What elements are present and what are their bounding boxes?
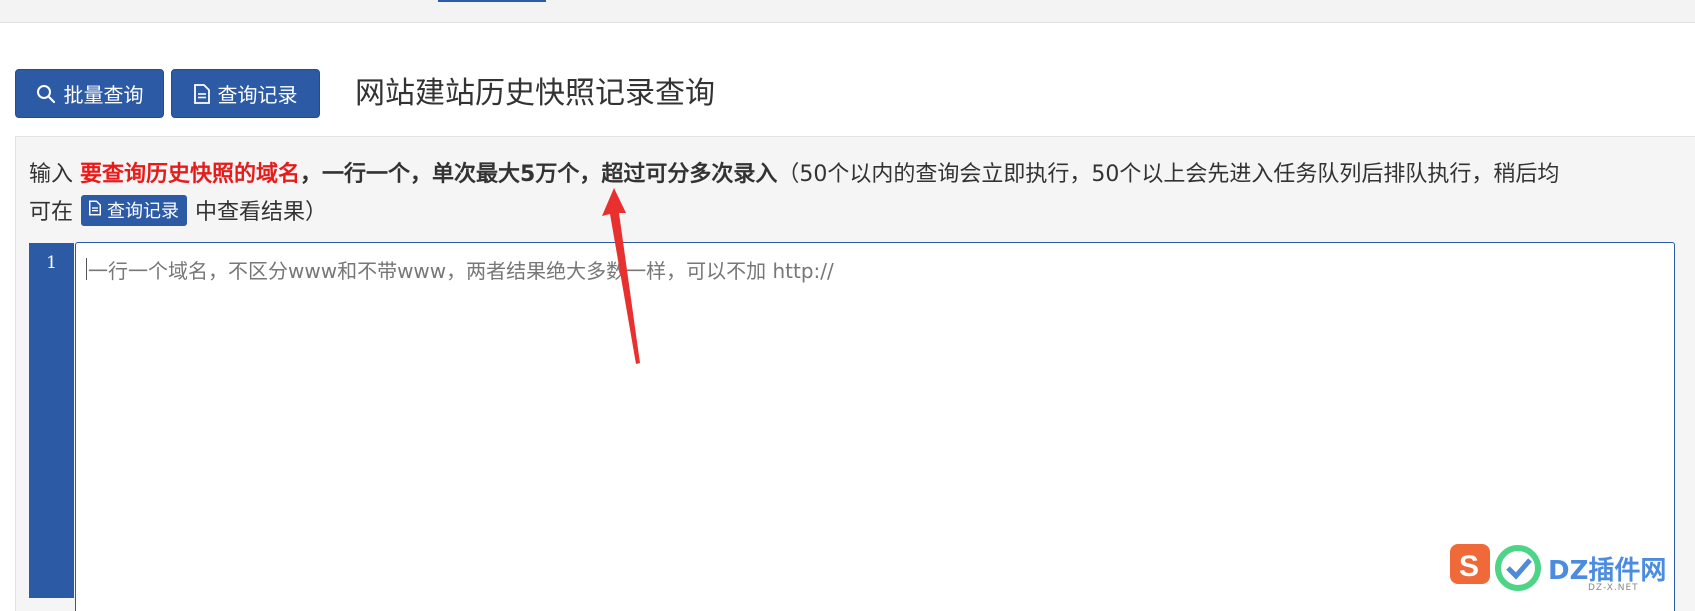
instruction-prefix: 输入 bbox=[29, 162, 80, 187]
svg-text:S: S bbox=[1459, 550, 1479, 583]
instruction-line2-suffix: 中查看结果） bbox=[195, 200, 328, 225]
active-tab-indicator bbox=[438, 0, 546, 2]
page-title: 网站建站历史快照记录查询 bbox=[355, 76, 715, 111]
batch-query-button[interactable]: 批量查询 bbox=[15, 69, 164, 118]
query-records-button[interactable]: 查询记录 bbox=[171, 69, 320, 118]
instruction-line2-prefix: 可在 bbox=[29, 200, 74, 225]
instruction-note: （50个以内的查询会立即执行，50个以上会先进入任务队列后排队执行，稍后均 bbox=[777, 162, 1560, 187]
instruction-line-2: 可在 查询记录 中查看结果） bbox=[29, 194, 327, 226]
line-number-gutter: 1 bbox=[29, 243, 74, 598]
text-caret bbox=[86, 258, 87, 280]
instruction-highlight: 要查询历史快照的域名 bbox=[80, 162, 301, 187]
domain-input-textarea[interactable]: 一行一个域名，不区分www和不带www，两者结果绝大多数一样，可以不加 http… bbox=[75, 242, 1675, 611]
document-icon bbox=[89, 200, 102, 221]
document-icon bbox=[193, 83, 210, 104]
watermark-text: DZ插件网 bbox=[1548, 556, 1667, 586]
batch-query-label: 批量查询 bbox=[63, 83, 144, 107]
textarea-placeholder: 一行一个域名，不区分www和不带www，两者结果绝大多数一样，可以不加 http… bbox=[88, 259, 834, 283]
query-records-label: 查询记录 bbox=[217, 83, 298, 107]
search-icon bbox=[36, 84, 56, 104]
inline-query-records-label: 查询记录 bbox=[107, 201, 180, 222]
instruction-text: 输入 要查询历史快照的域名，一行一个，单次最大5万个，超过可分多次录入（50个以… bbox=[29, 155, 1695, 195]
annotation-arrow-icon bbox=[602, 188, 640, 364]
watermark: S DZ插件网 DZ-X.NET bbox=[1448, 538, 1695, 598]
inline-query-records-button[interactable]: 查询记录 bbox=[81, 194, 188, 226]
instruction-bold: ，一行一个，单次最大5万个，超过可分多次录入 bbox=[300, 162, 778, 187]
page: 批量查询 查询记录 网站建站历史快照记录查询 输入 要查询历史快照的域名，一行一… bbox=[0, 0, 1695, 611]
watermark-logo-icon: S bbox=[1450, 544, 1541, 591]
line-number: 1 bbox=[46, 253, 57, 273]
top-tab-bar bbox=[0, 0, 1695, 23]
watermark-subtext: DZ-X.NET bbox=[1588, 583, 1639, 593]
